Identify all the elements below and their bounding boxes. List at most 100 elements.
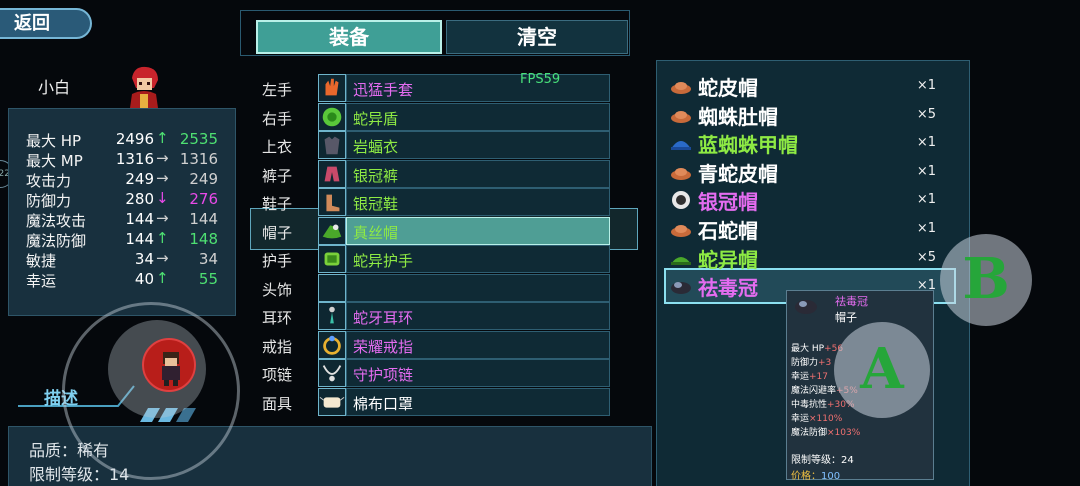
slot-item-box[interactable]: 蛇牙耳环 bbox=[346, 302, 610, 330]
equip-slot-row[interactable]: 项链 守护项链 bbox=[256, 359, 616, 387]
slot-icon-box[interactable] bbox=[318, 74, 346, 102]
inventory-item-count: ×5 bbox=[916, 249, 936, 265]
tooltip-stat-value: ×103% bbox=[827, 428, 861, 438]
hat-icon bbox=[322, 224, 342, 238]
inventory-item-name: 青蛇皮帽 bbox=[698, 161, 778, 186]
inventory-item[interactable]: 蓝蜘蛛甲帽 ×1 bbox=[670, 129, 940, 157]
blue-helmet-icon bbox=[671, 141, 691, 151]
tooltip-price-value: 100 bbox=[821, 471, 841, 482]
slot-item-box[interactable]: 真丝帽 bbox=[346, 216, 610, 245]
stat-down-arrow-icon: ↓ bbox=[156, 189, 169, 207]
brown-cap-icon bbox=[671, 225, 691, 237]
slot-icon-box[interactable] bbox=[318, 131, 346, 159]
equip-slot-row[interactable]: 护手 蛇异护手 bbox=[256, 245, 616, 273]
stat-new: 148 bbox=[189, 230, 218, 248]
equip-slot-row[interactable]: 耳环 蛇牙耳环 bbox=[256, 302, 616, 330]
inventory-item[interactable]: 银冠帽 ×1 bbox=[670, 186, 940, 214]
a-button[interactable]: A bbox=[834, 322, 930, 418]
b-button-label: B bbox=[962, 246, 1010, 312]
boots-icon bbox=[326, 194, 340, 212]
inventory-item-name: 祛毒冠 bbox=[698, 276, 758, 301]
slot-icon-box[interactable] bbox=[318, 359, 346, 387]
equip-slot-row[interactable]: 左手 迅猛手套 bbox=[256, 74, 616, 102]
brown-cap-icon bbox=[671, 82, 691, 94]
pants-icon bbox=[324, 166, 340, 181]
b-button[interactable]: B bbox=[940, 234, 1032, 326]
inventory-item[interactable]: 石蛇帽 ×1 bbox=[670, 215, 940, 243]
slot-item-box[interactable]: 蛇异盾 bbox=[346, 102, 610, 131]
slot-icon-box[interactable] bbox=[318, 273, 346, 302]
stat-current: 144 bbox=[125, 230, 154, 248]
slot-item-name: 守护项链 bbox=[353, 366, 414, 384]
mask-icon bbox=[319, 396, 345, 408]
tooltip-stat-line: 幸运×110% bbox=[791, 411, 842, 424]
slot-label: 上衣 bbox=[262, 138, 293, 156]
equip-slot-row[interactable]: 上衣 岩蝠衣 bbox=[256, 131, 616, 159]
slot-item-box[interactable]: 岩蝠衣 bbox=[346, 131, 610, 159]
slot-icon-box[interactable] bbox=[318, 330, 346, 359]
slot-icon-box[interactable] bbox=[318, 216, 346, 245]
slot-item-name: 银冠裤 bbox=[353, 166, 399, 185]
slot-item-box[interactable] bbox=[346, 273, 610, 302]
inventory-item[interactable]: 蜘蛛肚帽 ×5 bbox=[670, 101, 940, 129]
equip-slot-row[interactable]: 裤子 银冠裤 bbox=[256, 159, 616, 188]
tooltip-stat-label: 幸运 bbox=[791, 372, 810, 382]
inventory-item-name: 蛇皮帽 bbox=[698, 76, 758, 100]
necklace-icon bbox=[322, 365, 342, 382]
inventory-item[interactable]: 蛇异帽 ×5 bbox=[670, 244, 940, 272]
tooltip-stat-label: 最大 HP bbox=[791, 344, 825, 354]
equip-slot-row[interactable]: 鞋子 银冠鞋 bbox=[256, 188, 616, 216]
slot-label: 裤子 bbox=[262, 166, 293, 185]
dark-crown-icon bbox=[795, 300, 817, 314]
equip-slot-row[interactable]: 右手 蛇异盾 bbox=[256, 102, 616, 131]
ring-icon bbox=[323, 335, 341, 355]
inventory-item[interactable]: 青蛇皮帽 ×1 bbox=[670, 158, 940, 186]
character-avatar bbox=[130, 66, 158, 108]
slot-item-name: 蛇异护手 bbox=[353, 252, 414, 270]
brown-cap-icon bbox=[671, 110, 691, 123]
tab-equip[interactable]: 装备 bbox=[256, 20, 442, 54]
slot-icon-box[interactable] bbox=[318, 159, 346, 188]
slot-item-box[interactable]: 迅猛手套 bbox=[346, 74, 610, 102]
inventory-item-count: ×1 bbox=[916, 78, 936, 93]
tooltip-stat-line: 魔法防御×103% bbox=[791, 425, 860, 438]
slot-icon-box[interactable] bbox=[318, 188, 346, 216]
slot-item-box[interactable]: 银冠裤 bbox=[346, 159, 610, 188]
slot-icon-box[interactable] bbox=[318, 387, 346, 416]
equip-slot-row[interactable]: 戒指 荣耀戒指 bbox=[256, 330, 616, 359]
slot-item-name: 银冠鞋 bbox=[353, 195, 399, 213]
stat-current: 2496 bbox=[115, 130, 154, 148]
equip-slot-row[interactable]: 面具 棉布口罩 bbox=[256, 387, 616, 416]
stat-row: 敏捷 34 → 34 bbox=[8, 248, 236, 270]
slot-item-box[interactable]: 棉布口罩 bbox=[346, 387, 610, 416]
joystick-knob[interactable] bbox=[142, 338, 196, 392]
slot-label: 护手 bbox=[262, 252, 293, 270]
skull-helmet-icon bbox=[672, 191, 690, 210]
slot-item-box[interactable]: 荣耀戒指 bbox=[346, 330, 610, 359]
slot-item-name: 岩蝠衣 bbox=[353, 138, 399, 156]
stat-new: 2535 bbox=[179, 130, 218, 148]
equip-slot-row[interactable]: 帽子 真丝帽 bbox=[256, 216, 616, 245]
slot-item-box[interactable]: 银冠鞋 bbox=[346, 188, 610, 216]
tab-clear[interactable]: 清空 bbox=[446, 20, 628, 54]
inventory-item[interactable]: 蛇皮帽 ×1 bbox=[670, 72, 940, 100]
slot-icon-box[interactable] bbox=[318, 245, 346, 273]
dark-crown-icon bbox=[671, 282, 691, 295]
equip-slot-row[interactable]: 头饰 bbox=[256, 273, 616, 302]
slot-label: 帽子 bbox=[262, 223, 293, 242]
slot-item-name: 迅猛手套 bbox=[353, 81, 414, 99]
slot-icon-box[interactable] bbox=[318, 102, 346, 131]
player-sprite-icon bbox=[162, 352, 180, 386]
character-name: 小白 bbox=[38, 78, 71, 97]
stat-same-arrow-icon: → bbox=[156, 249, 169, 267]
stat-row: 攻击力 249 → 249 bbox=[8, 168, 236, 190]
slot-item-name: 蛇牙耳环 bbox=[353, 309, 414, 327]
slot-item-box[interactable]: 蛇异护手 bbox=[346, 245, 610, 273]
slot-item-box[interactable]: 守护项链 bbox=[346, 359, 610, 387]
back-button[interactable]: 返回 bbox=[0, 8, 92, 39]
slot-icon-box[interactable] bbox=[318, 302, 346, 330]
inventory-item-count: ×5 bbox=[916, 106, 936, 122]
stat-row: 幸运 40 ↑ 55 bbox=[8, 268, 236, 290]
armor-icon bbox=[324, 136, 340, 155]
tooltip-price-label: 价格： bbox=[791, 471, 821, 482]
